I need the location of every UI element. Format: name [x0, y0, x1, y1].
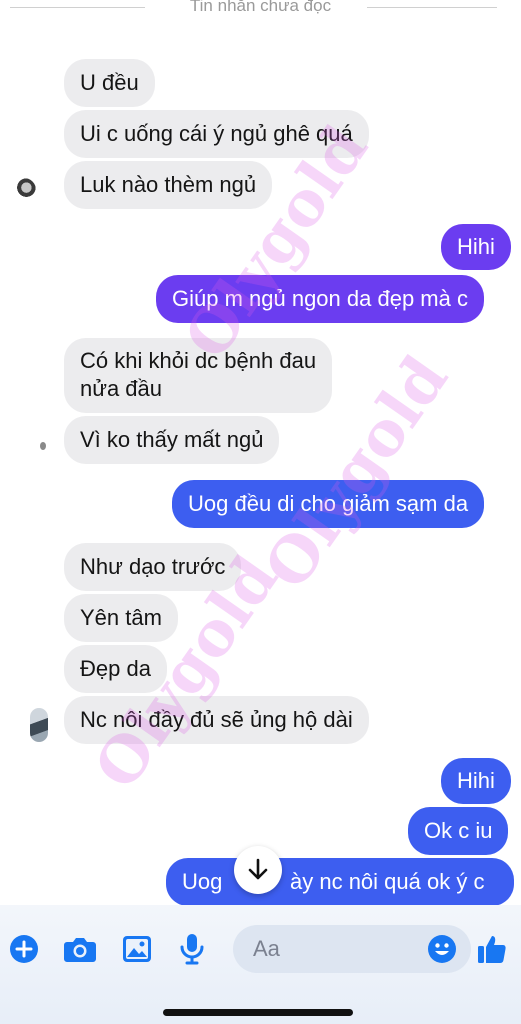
message-bubble-incoming[interactable]: U đều	[64, 59, 155, 107]
message-bubble-outgoing[interactable]: Ok c iu	[408, 807, 509, 855]
plus-circle-icon	[10, 935, 38, 963]
voice-button[interactable]	[174, 931, 210, 967]
message-text: Hihi	[457, 234, 495, 259]
message-bubble-incoming[interactable]: Nc nôi đầy đủ sẽ ủng hộ dài	[64, 696, 369, 744]
like-button[interactable]	[474, 931, 510, 967]
image-icon	[123, 936, 151, 962]
message-bubble-incoming[interactable]: Luk nào thèm ngủ	[64, 161, 273, 209]
message-text: Luk nào thèm ngủ	[80, 172, 257, 197]
message-text: Yên tâm	[80, 605, 162, 630]
plus-button[interactable]	[6, 931, 42, 967]
home-indicator	[163, 1009, 353, 1016]
chat-view: Tin nhắn chưa đọc U đều Ui c uống cái ý …	[0, 0, 521, 1024]
message-bubble-outgoing[interactable]: Hihi	[441, 224, 511, 270]
gallery-button[interactable]	[119, 931, 155, 967]
message-text: Giúp m ngủ ngon da đẹp mà c	[172, 286, 468, 311]
message-text-right: ày nc nôi quá ok ý c	[290, 869, 485, 894]
message-text: Ui c uống cái ý ngủ ghê quá	[80, 121, 353, 146]
divider-line-right	[367, 7, 497, 8]
scroll-to-bottom-button[interactable]	[234, 846, 282, 894]
message-text-line2: nửa đầu	[80, 376, 163, 401]
sender-avatar[interactable]	[30, 708, 48, 742]
message-text: Hihi	[457, 768, 495, 793]
camera-button[interactable]	[62, 931, 98, 967]
unread-divider-label: Tin nhắn chưa đọc	[189, 0, 332, 15]
message-bubble-incoming[interactable]: Có khi khỏi dc bệnh đau nửa đầu	[64, 338, 333, 413]
message-text: Ok c iu	[424, 818, 493, 843]
message-text: U đều	[80, 70, 139, 95]
message-composer: Aa	[0, 905, 521, 1024]
arrow-down-icon	[248, 858, 268, 880]
thumbs-up-icon	[478, 936, 506, 963]
message-text: Vì ko thấy mất ngủ	[80, 427, 264, 452]
message-input-placeholder: Aa	[253, 936, 280, 961]
message-bubble-outgoing[interactable]: Giúp m ngủ ngon da đẹp mà c	[156, 275, 484, 323]
message-bubble-outgoing[interactable]: Hihi	[441, 758, 511, 804]
sender-avatar[interactable]	[12, 178, 36, 202]
message-text: Nc nôi đầy đủ sẽ ủng hộ dài	[80, 707, 353, 732]
message-input[interactable]: Aa	[233, 925, 471, 973]
message-bubble-outgoing[interactable]: Uog ày nc nôi quá ok ý c	[166, 858, 514, 906]
camera-icon	[64, 938, 96, 962]
microphone-icon	[180, 934, 204, 965]
message-text-line1: Có khi khỏi dc bệnh đau	[80, 348, 317, 373]
sender-avatar[interactable]	[40, 442, 46, 450]
message-bubble-incoming[interactable]: Ui c uống cái ý ngủ ghê quá	[64, 110, 369, 158]
message-bubble-incoming[interactable]: Vì ko thấy mất ngủ	[64, 416, 280, 464]
message-bubble-outgoing[interactable]: Uog đều di cho giảm sạm da	[172, 480, 485, 528]
message-bubble-incoming[interactable]: Yên tâm	[64, 594, 178, 642]
message-text: Đẹp da	[80, 656, 151, 681]
message-bubble-incoming[interactable]: Như dạo trước	[64, 543, 242, 591]
emoji-icon[interactable]	[427, 934, 457, 964]
message-bubble-incoming[interactable]: Đẹp da	[64, 645, 167, 693]
message-text: Như dạo trước	[80, 554, 226, 579]
unread-divider: Tin nhắn chưa đọc	[0, 0, 521, 20]
message-text: Uog đều di cho giảm sạm da	[188, 491, 469, 516]
message-text-left: Uog	[182, 869, 223, 894]
